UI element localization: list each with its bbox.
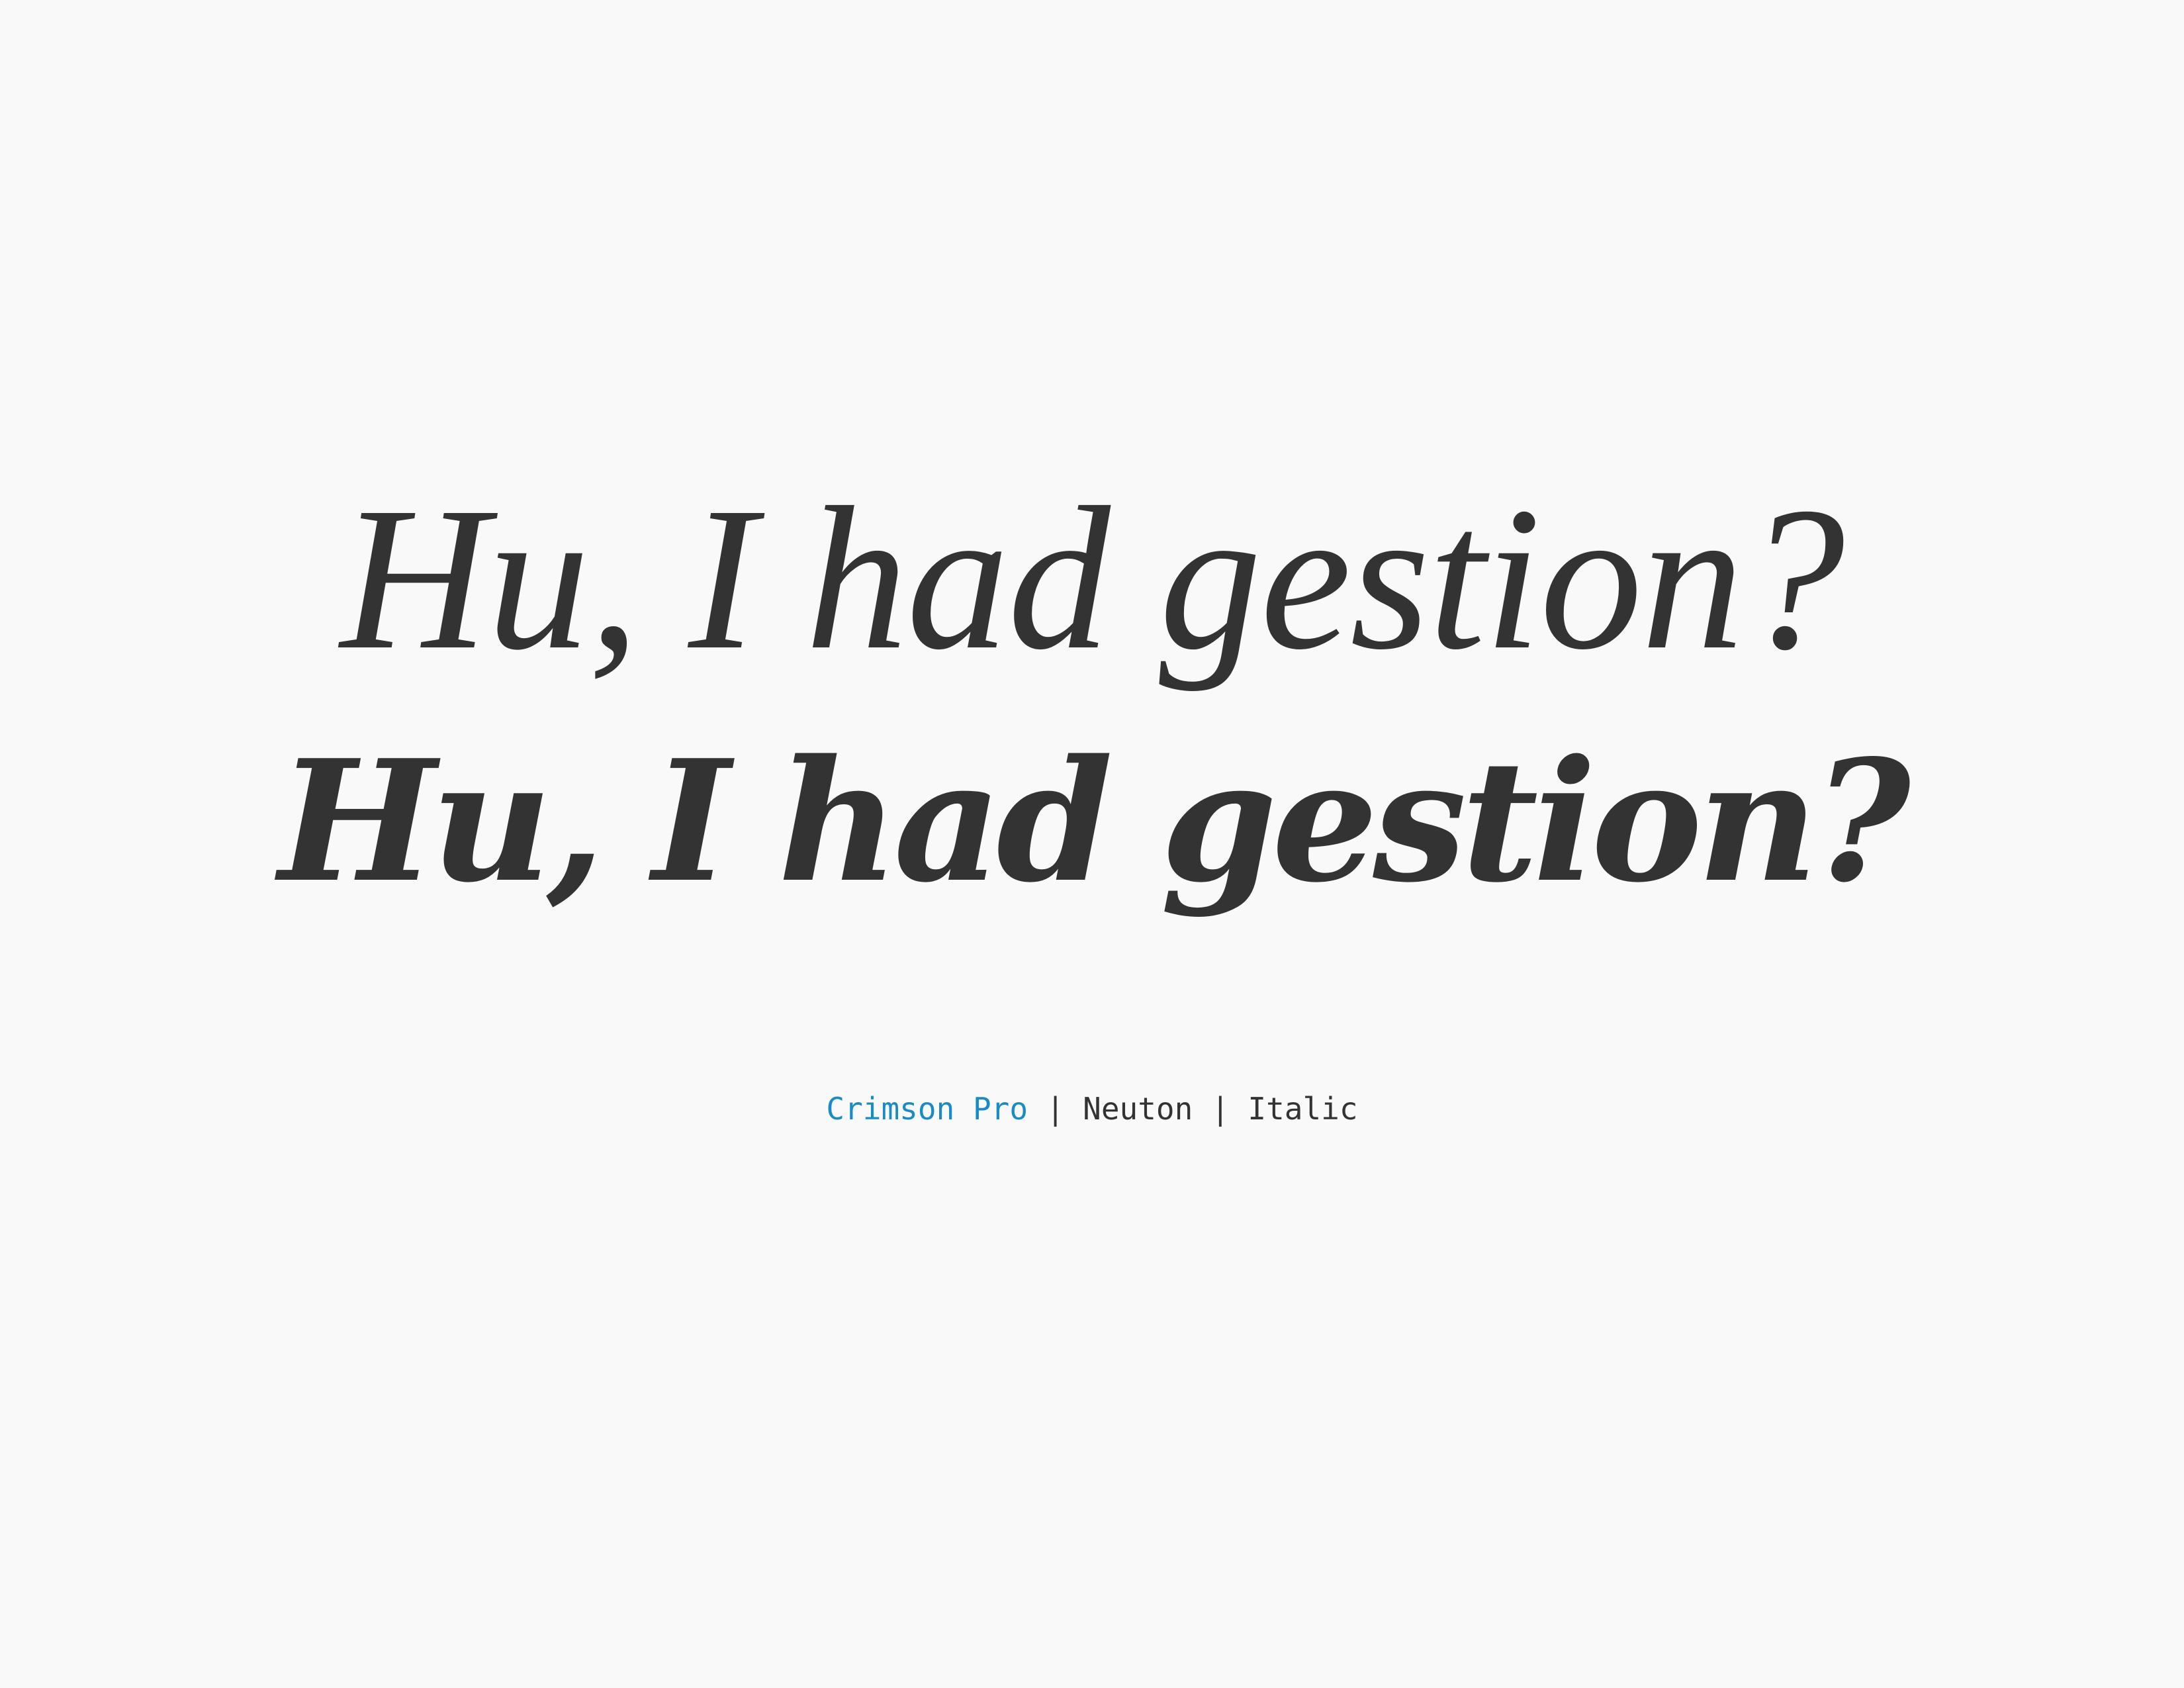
specimen-line-neuton: Hu, I had gestion? — [278, 724, 1911, 919]
caption-font-b: Neuton — [1083, 1091, 1193, 1127]
caption-separator-1: | — [1028, 1091, 1083, 1127]
specimen-line-crimson-pro: Hu, I had gestion? — [340, 465, 1845, 692]
caption-style: Italic — [1248, 1091, 1358, 1127]
caption-separator-2: | — [1193, 1091, 1248, 1127]
font-caption: Crimson Pro | Neuton | Italic — [0, 1094, 2184, 1124]
caption-font-a: Crimson Pro — [826, 1091, 1028, 1127]
